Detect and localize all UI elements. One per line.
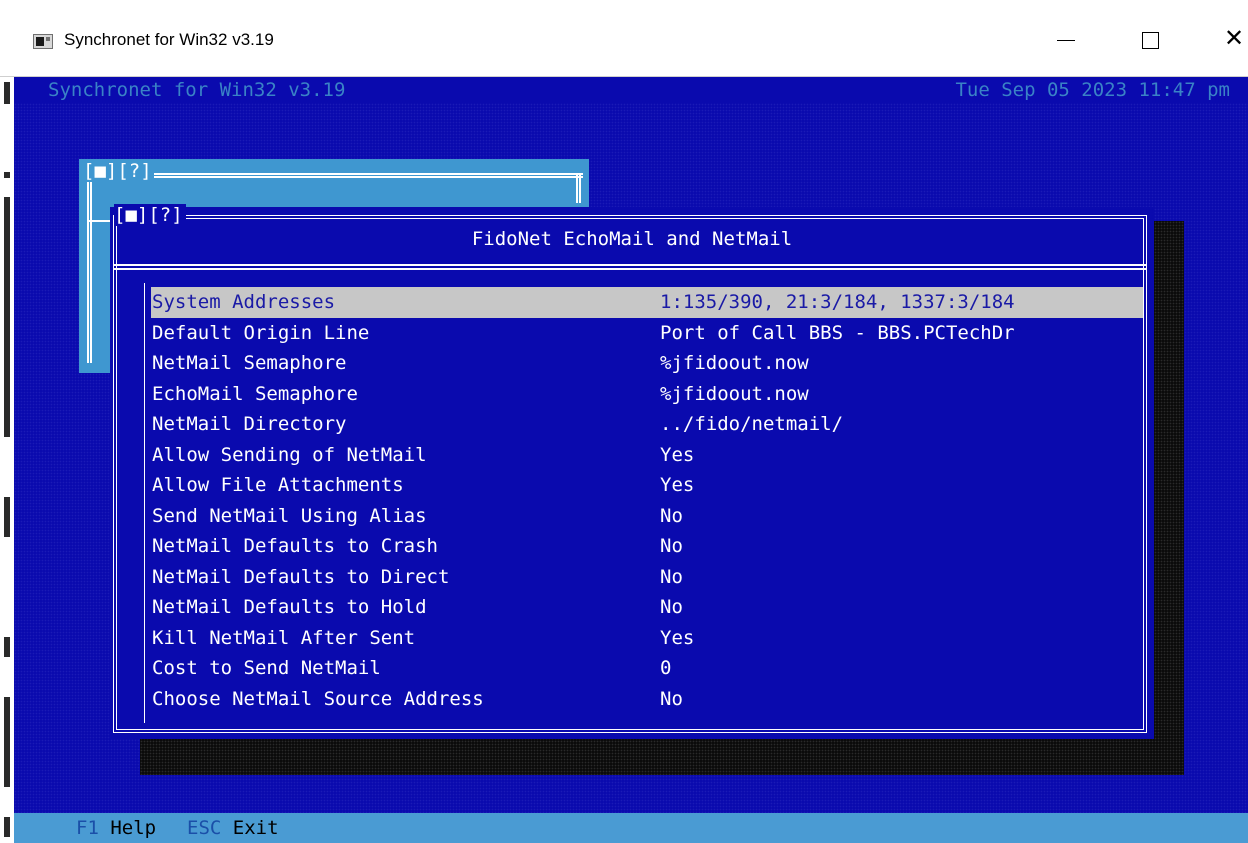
date-time-text: Tue Sep 05 2023 11:47 pm: [955, 79, 1230, 101]
settings-row[interactable]: NetMail Defaults to Crash No: [151, 531, 1143, 562]
settings-row[interactable]: Cost to Send NetMail 0: [151, 653, 1143, 684]
setting-value: No: [660, 596, 683, 618]
setting-label: NetMail Directory: [152, 413, 347, 435]
setting-label: Choose NetMail Source Address: [152, 687, 484, 710]
setting-value: Yes: [660, 443, 695, 466]
setting-value: No: [660, 565, 683, 588]
close-icon: ✕: [1224, 24, 1245, 52]
setting-value: %jfidoout.now: [660, 382, 809, 405]
settings-row[interactable]: Default Origin Line Port of Call BBS - BB…: [151, 318, 1143, 349]
setting-label: Send NetMail Using Alias: [152, 504, 427, 527]
setting-label: NetMail Defaults to Direct: [152, 565, 450, 588]
close-button[interactable]: ✕: [1210, 20, 1248, 60]
dialog-title: FidoNet EchoMail and NetMail: [471, 228, 793, 250]
settings-row[interactable]: System Addresses 1:135/390, 21:3/184, 133…: [151, 287, 1143, 318]
f1-help-label[interactable]: Help: [110, 817, 156, 839]
app-version-text: Synchronet for Win32 v3.19: [48, 79, 346, 101]
maximize-icon: [1142, 32, 1159, 49]
setting-value: %jfidoout.now: [660, 352, 809, 374]
setting-value: Yes: [660, 474, 695, 496]
terminal-screen[interactable]: Synchronet for Win32 v3.19 Tue Sep 05 20…: [14, 77, 1248, 843]
setting-label: System Addresses: [152, 291, 336, 313]
settings-row[interactable]: Send NetMail Using Alias No: [151, 501, 1143, 532]
esc-key[interactable]: ESC: [187, 817, 221, 839]
minimize-button[interactable]: [1040, 20, 1090, 60]
window-title: Synchronet for Win32 v3.19: [64, 30, 274, 49]
parent-window-controls[interactable]: [■][?]: [83, 160, 154, 182]
window-titlebar: Synchronet for Win32 v3.19 ✕: [0, 0, 1248, 77]
setting-value: No: [660, 687, 683, 710]
setting-value: No: [660, 535, 683, 557]
setting-label: NetMail Defaults to Hold: [152, 596, 427, 618]
setting-label: Kill NetMail After Sent: [152, 626, 416, 649]
settings-row[interactable]: NetMail Semaphore %jfidoout.now: [151, 348, 1143, 379]
setting-label: NetMail Defaults to Crash: [152, 535, 438, 557]
setting-label: NetMail Semaphore: [152, 352, 347, 374]
fidonet-dialog: [■][?] FidoNet EchoMail and NetMail Syst…: [110, 204, 1154, 739]
setting-label: Allow File Attachments: [152, 474, 404, 496]
settings-row[interactable]: Allow Sending of NetMail Yes: [151, 440, 1143, 471]
setting-value: Port of Call BBS - BBS.PCTechDr: [660, 321, 1015, 344]
setting-value: No: [660, 504, 683, 527]
bottom-help-bar: F1 Help ESC Exit: [14, 813, 1248, 843]
settings-list: System Addresses 1:135/390, 21:3/184, 133…: [144, 283, 1148, 723]
top-status-bar: Synchronet for Win32 v3.19 Tue Sep 05 20…: [14, 77, 1248, 103]
setting-value: 1:135/390, 21:3/184, 1337:3/184: [660, 291, 1015, 313]
left-edge: [0, 77, 14, 843]
setting-label: Cost to Send NetMail: [152, 657, 381, 679]
app-icon: [33, 34, 53, 49]
minimize-icon: [1057, 40, 1075, 41]
setting-label: Allow Sending of NetMail: [152, 443, 427, 466]
esc-exit-label[interactable]: Exit: [233, 817, 279, 839]
settings-row[interactable]: NetMail Defaults to Hold No: [151, 592, 1143, 623]
dialog-window-controls[interactable]: [■][?]: [114, 204, 186, 226]
setting-value: ../fido/netmail/: [660, 413, 844, 435]
f1-key[interactable]: F1: [76, 817, 99, 839]
setting-value: Yes: [660, 626, 695, 649]
settings-row[interactable]: Allow File Attachments Yes: [151, 470, 1143, 501]
settings-row[interactable]: NetMail Directory ../fido/netmail/: [151, 409, 1143, 440]
settings-row[interactable]: EchoMail Semaphore %jfidoout.now: [151, 379, 1143, 410]
terminal-desktop: [■][?] [■][?] FidoNet EchoMail and NetMa…: [14, 103, 1248, 813]
setting-label: Default Origin Line: [152, 321, 370, 344]
settings-row[interactable]: NetMail Defaults to Direct No: [151, 562, 1143, 593]
settings-row[interactable]: Kill NetMail After Sent Yes: [151, 623, 1143, 654]
setting-value: 0: [660, 657, 672, 679]
settings-row[interactable]: Choose NetMail Source Address No: [151, 684, 1143, 715]
maximize-button[interactable]: [1125, 20, 1175, 60]
setting-label: EchoMail Semaphore: [152, 382, 358, 405]
